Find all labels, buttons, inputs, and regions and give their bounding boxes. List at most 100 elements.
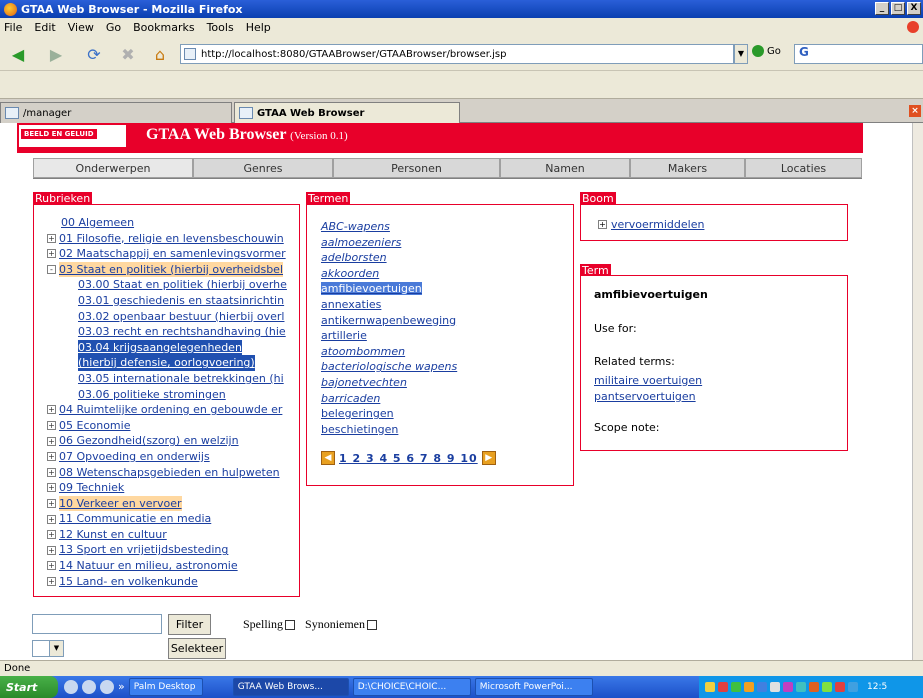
tree-node-label[interactable]: 00 Algemeen <box>61 215 134 231</box>
maximize-button[interactable]: □ <box>891 2 905 15</box>
expand-icon[interactable]: + <box>47 467 56 477</box>
tab-genres[interactable]: Genres <box>193 158 333 178</box>
tree-node-label[interactable]: 15 Land- en volkenkunde <box>59 574 198 590</box>
tree-node[interactable]: +12 Kunst en cultuur <box>47 527 287 543</box>
term-link[interactable]: beschietingen <box>321 422 457 438</box>
term-link[interactable]: amfibievoertuigen <box>321 281 457 297</box>
tree-node-label[interactable]: 05 Economie <box>59 418 130 434</box>
menu-view[interactable]: View <box>68 21 94 34</box>
tray-icon[interactable] <box>796 682 806 692</box>
tab-makers[interactable]: Makers <box>630 158 745 178</box>
tree-node[interactable]: +15 Land- en volkenkunde <box>47 574 287 590</box>
tree-node-label[interactable]: 03.00 Staat en politiek (hierbij overhe <box>78 277 287 293</box>
menu-bookmarks[interactable]: Bookmarks <box>133 21 194 34</box>
tree-node-label[interactable]: 02 Maatschappij en samenlevingsvormer <box>59 246 286 262</box>
tree-node-label[interactable]: 04 Ruimtelijke ordening en gebouwde er <box>59 402 282 418</box>
taskbar-item-choice[interactable]: D:\CHOICE\CHOIC... <box>352 678 471 696</box>
tray-icon[interactable] <box>783 682 793 692</box>
tray-icon[interactable] <box>848 682 858 692</box>
taskbar-item-gtaa[interactable]: GTAA Web Brows... <box>232 678 349 696</box>
related-term-link[interactable]: pantservoertuigen <box>594 390 696 403</box>
boom-node-label[interactable]: vervoermiddelen <box>611 218 704 231</box>
tree-node[interactable]: +02 Maatschappij en samenlevingsvormer <box>47 246 287 262</box>
expand-icon[interactable]: + <box>47 576 56 586</box>
tree-node-label[interactable]: 09 Techniek <box>59 480 124 496</box>
tree-node[interactable]: 03.05 internationale betrekkingen (hi <box>47 371 287 387</box>
address-bar[interactable]: http://localhost:8080/GTAABrowser/GTAABr… <box>180 44 734 64</box>
tree-node[interactable]: (hierbij defensie, oorlogvoering) <box>47 355 287 371</box>
menu-go[interactable]: Go <box>106 21 121 34</box>
tree-node[interactable]: +14 Natuur en milieu, astronomie <box>47 558 287 574</box>
forward-icon[interactable]: ▶ <box>44 42 68 66</box>
tree-node[interactable]: 03.01 geschiedenis en staatsinrichtin <box>47 293 287 309</box>
chevron-down-icon[interactable]: ▼ <box>49 641 63 656</box>
synoniemen-checkbox[interactable] <box>367 619 378 630</box>
term-link[interactable]: bajonetvechten <box>321 375 457 391</box>
tree-node[interactable]: 03.04 krijgsaangelegenheden <box>47 339 287 356</box>
term-link[interactable]: annexaties <box>321 297 457 313</box>
term-link[interactable]: barricaden <box>321 391 457 407</box>
tree-node-label[interactable]: 03.05 internationale betrekkingen (hi <box>78 371 284 387</box>
close-button[interactable]: X <box>907 2 921 15</box>
tree-node[interactable]: 03.06 politieke stromingen <box>47 387 287 403</box>
tray-icon[interactable] <box>718 682 728 692</box>
expand-icon[interactable]: + <box>47 561 56 571</box>
term-link[interactable]: bacteriologische wapens <box>321 359 457 375</box>
expand-icon[interactable]: + <box>47 452 56 462</box>
term-link[interactable]: aalmoezeniers <box>321 235 457 251</box>
expand-icon[interactable]: + <box>47 249 56 259</box>
tree-node-label[interactable]: 12 Kunst en cultuur <box>59 527 167 543</box>
tree-node-label[interactable]: 03.02 openbaar bestuur (hierbij overl <box>78 309 284 325</box>
search-box[interactable]: G <box>794 44 923 64</box>
media-icon[interactable] <box>82 680 96 694</box>
reload-icon[interactable]: ⟳ <box>82 42 106 66</box>
collapse-icon[interactable]: - <box>47 265 56 275</box>
tray-icon[interactable] <box>705 682 715 692</box>
browser-tab-gtaa[interactable]: GTAA Web Browser <box>234 102 460 123</box>
tree-node[interactable]: -03 Staat en politiek (hierbij overheids… <box>47 261 287 278</box>
expand-icon[interactable]: + <box>47 498 56 508</box>
taskbar-item-powerpoint[interactable]: Microsoft PowerPoi... <box>474 678 593 696</box>
expand-icon[interactable]: + <box>47 514 56 524</box>
boom-node[interactable]: + vervoermiddelen <box>598 218 704 231</box>
next-page-icon[interactable]: ▶ <box>481 451 496 465</box>
tree-node[interactable]: 03.02 openbaar bestuur (hierbij overl <box>47 309 287 325</box>
term-link[interactable]: atoombommen <box>321 344 457 360</box>
tray-icon[interactable] <box>822 682 832 692</box>
tree-node[interactable]: +10 Verkeer en vervoer <box>47 495 287 512</box>
spelling-checkbox[interactable] <box>285 619 296 630</box>
taskbar-item-palm[interactable]: Palm Desktop <box>128 678 203 696</box>
go-button[interactable]: Go <box>752 45 781 57</box>
tree-node-label[interactable]: 14 Natuur en milieu, astronomie <box>59 558 238 574</box>
tree-node[interactable]: +08 Wetenschapsgebieden en hulpweten <box>47 465 287 481</box>
tray-icon[interactable] <box>757 682 767 692</box>
menu-help[interactable]: Help <box>246 21 271 34</box>
minimize-button[interactable]: _ <box>875 2 889 15</box>
tab-personen[interactable]: Personen <box>333 158 500 178</box>
page-numbers[interactable]: 1 2 3 4 5 6 7 8 9 10 <box>339 452 478 465</box>
term-link[interactable]: artillerie <box>321 328 457 344</box>
tab-namen[interactable]: Namen <box>500 158 630 178</box>
tree-node-label[interactable]: 03.03 recht en rechtshandhaving (hie <box>78 324 286 340</box>
expand-icon[interactable]: + <box>47 545 56 555</box>
close-tab-icon[interactable]: × <box>909 105 921 117</box>
tree-node[interactable]: +13 Sport en vrijetijdsbesteding <box>47 542 287 558</box>
expand-icon[interactable]: + <box>47 421 56 431</box>
expand-icon[interactable]: + <box>47 405 56 415</box>
expand-icon[interactable]: + <box>47 530 56 540</box>
tray-icon[interactable] <box>731 682 741 692</box>
tree-node[interactable]: +11 Communicatie en media <box>47 511 287 527</box>
filter-button[interactable]: Filter <box>168 614 211 635</box>
term-link[interactable]: ABC-wapens <box>321 219 457 235</box>
stop-icon[interactable]: ✖ <box>116 42 140 66</box>
expand-icon[interactable]: + <box>47 436 56 446</box>
tree-node-label[interactable]: 03 Staat en politiek (hierbij overheidsb… <box>59 261 283 278</box>
tree-node-label[interactable]: 06 Gezondheid(szorg) en welzijn <box>59 433 239 449</box>
term-link[interactable]: antikernwapenbeweging <box>321 313 457 329</box>
tree-node-label[interactable]: 01 Filosofie, religie en levensbeschouwi… <box>59 231 284 247</box>
tree-node[interactable]: +06 Gezondheid(szorg) en welzijn <box>47 433 287 449</box>
expand-icon[interactable]: + <box>47 233 56 243</box>
tray-icon[interactable] <box>770 682 780 692</box>
related-term-link[interactable]: militaire voertuigen <box>594 374 702 387</box>
filter-input[interactable] <box>32 614 162 634</box>
